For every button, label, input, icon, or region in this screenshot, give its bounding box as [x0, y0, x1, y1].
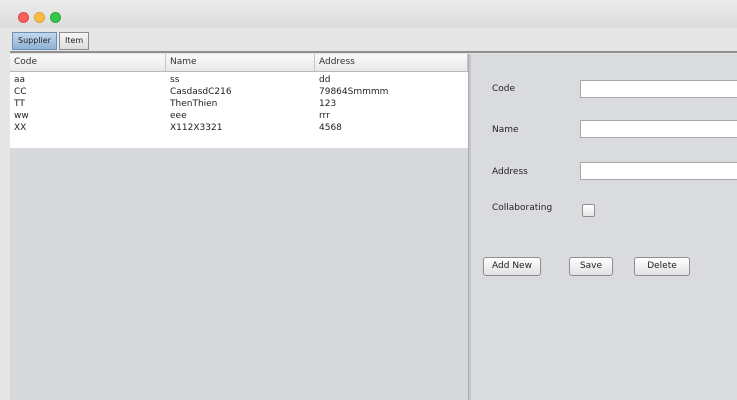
minimize-window-icon[interactable] [34, 12, 45, 23]
table-header: Code Name Address [10, 54, 468, 72]
address-label: Address [492, 167, 528, 177]
column-header-name[interactable]: Name [166, 54, 315, 71]
add-new-button[interactable]: Add New [483, 257, 541, 276]
name-label: Name [492, 125, 519, 135]
supplier-form: Code Name Address Collaborating Add New … [471, 54, 737, 400]
close-window-icon[interactable] [18, 12, 29, 23]
zoom-window-icon[interactable] [50, 12, 61, 23]
table-body: aa ss dd CC CasdasdC216 79864Smmmm TT Th… [10, 72, 468, 148]
collaborating-label: Collaborating [492, 203, 553, 213]
address-field[interactable] [580, 162, 737, 180]
code-field[interactable] [580, 80, 737, 98]
window-titlebar [0, 0, 737, 28]
column-header-code[interactable]: Code [10, 54, 166, 71]
cell-name: X112X3321 [170, 123, 223, 133]
table-row[interactable]: XX X112X3321 4568 [10, 122, 468, 135]
tab-strip: Supplier Item [12, 32, 91, 50]
collaborating-checkbox[interactable] [582, 204, 595, 217]
column-header-address[interactable]: Address [315, 54, 468, 71]
tab-item[interactable]: Item [58, 32, 90, 50]
code-label: Code [492, 84, 516, 94]
tab-content: Code Name Address aa ss dd CC CasdasdC21… [10, 54, 737, 400]
tab-supplier[interactable]: Supplier [12, 32, 57, 50]
cell-address: 4568 [319, 123, 342, 133]
supplier-table-pane: Code Name Address aa ss dd CC CasdasdC21… [10, 54, 468, 400]
delete-button[interactable]: Delete [634, 257, 690, 276]
cell-code: XX [14, 123, 27, 133]
name-field[interactable] [580, 120, 737, 138]
save-button[interactable]: Save [569, 257, 613, 276]
tab-divider [10, 51, 737, 53]
